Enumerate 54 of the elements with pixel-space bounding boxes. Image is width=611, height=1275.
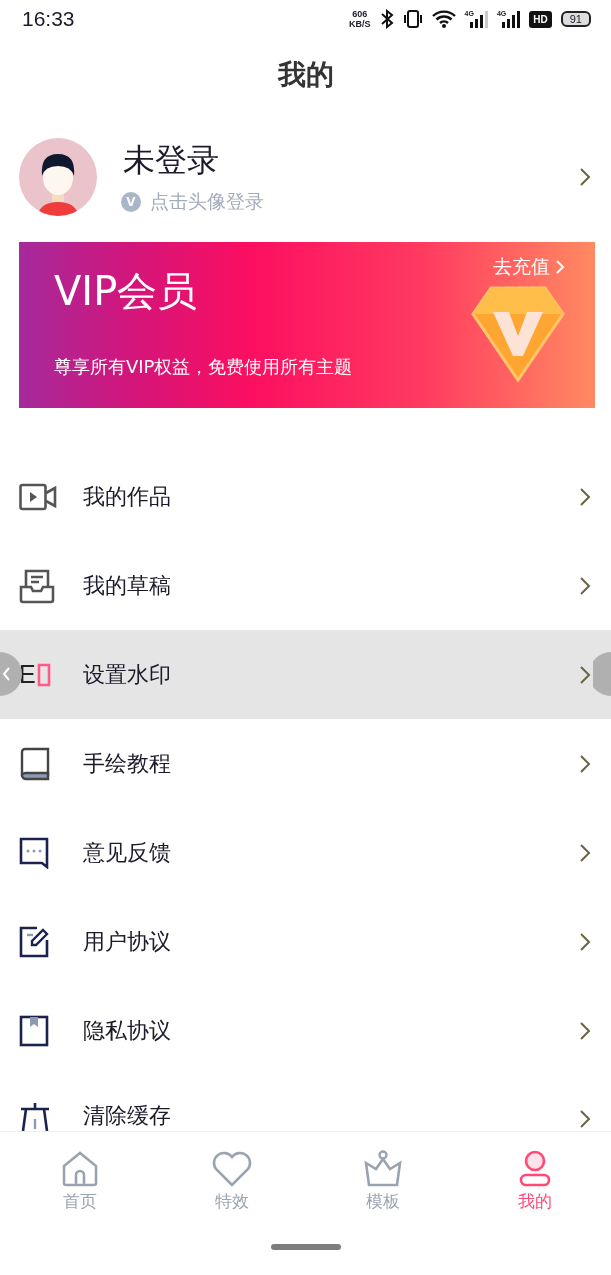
menu-item[interactable]: 清除缓存 [0,1075,611,1131]
back-gesture-handle[interactable] [593,652,611,696]
broom-icon [19,1101,51,1131]
menu-label: 手绘教程 [83,749,172,778]
chevron-right-icon [579,664,591,685]
diamond-icon [471,284,565,384]
chevron-right-icon [579,1020,591,1041]
home-icon [60,1150,99,1188]
menu-item[interactable]: 我的作品 [0,452,611,541]
menu-item[interactable]: 意见反馈 [0,808,611,897]
vip-description: 尊享所有VIP权益，免费使用所有主题 [54,355,353,379]
menu-item[interactable]: 隐私协议 [0,986,611,1075]
vip-banner[interactable]: VIP会员 尊享所有VIP权益，免费使用所有主题 去充值 [19,242,595,408]
menu-label: 用户协议 [83,927,172,956]
chevron-right-icon [579,931,591,952]
video-camera-icon [19,482,57,511]
chevron-right-icon [579,575,591,596]
menu-label: 清除缓存 [83,1102,172,1130]
vip-badge: V [121,192,141,212]
vibrate-icon [402,9,423,29]
hd-voice-indicator: HD [529,10,552,28]
chevron-right-icon [555,259,565,275]
menu-label: 我的草稿 [83,571,172,600]
inbox-tray-icon [19,567,55,604]
chevron-right-icon [579,1109,591,1129]
home-indicator[interactable] [270,1244,341,1250]
user-name: 未登录 [123,140,220,181]
page-title: 我的 [277,57,334,93]
chevron-right-icon [579,753,591,774]
menu-label: 隐私协议 [83,1016,172,1045]
chevron-right-icon [579,842,591,863]
battery-indicator: 91 [560,11,591,27]
menu-label: 意见反馈 [83,838,172,867]
bluetooth-icon [379,9,394,29]
menu-item[interactable]: 用户协议 [0,897,611,986]
menu-item[interactable]: 我的草稿 [0,541,611,630]
menu-item[interactable]: 手绘教程 [0,719,611,808]
bookmark-box-icon [19,1014,49,1047]
back-gesture-handle[interactable] [0,652,22,696]
heart-icon [210,1150,253,1188]
message-icon [19,836,49,869]
network-speed: 606 KB/S [349,9,371,29]
wifi-icon [431,9,456,29]
menu-label: 设置水印 [83,660,172,689]
login-hint: 点击头像登录 [150,189,264,214]
chevron-right-icon [579,486,591,507]
vip-title: VIP会员 [54,267,199,316]
book-icon [19,746,51,781]
crown-icon [363,1150,404,1188]
status-time: 16:33 [22,7,75,31]
menu-item[interactable]: E 设置水印 [0,630,611,719]
edit-document-icon [19,925,49,958]
chevron-right-icon[interactable] [579,167,591,187]
menu-label: 我的作品 [83,482,172,511]
